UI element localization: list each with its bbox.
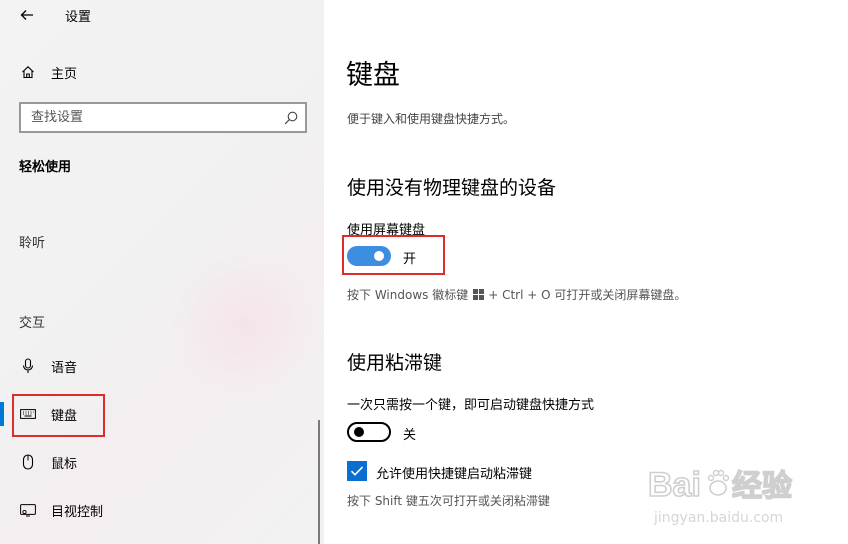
sidebar-scrollbar[interactable] [318,420,320,544]
sidebar-item-home[interactable]: 主页 [0,58,324,86]
sidebar-item-eye-control[interactable]: 目视控制 [0,492,324,528]
sticky-keys-label: 一次只需按一个键，即可启动键盘快捷方式 [347,398,595,413]
sidebar: 设置 主页 轻松使用 聆听 交互 语音 [0,0,324,544]
sidebar-item-label: 键盘 [51,408,78,424]
search-box[interactable] [19,102,307,133]
group-label-interaction: 交互 [19,316,46,331]
microphone-icon [20,358,36,374]
search-input[interactable] [21,104,275,131]
back-arrow-icon [20,10,33,20]
sidebar-item-label: 主页 [51,66,78,82]
sticky-keys-hint: 按下 Shift 键五次可打开或关闭粘滞键 [347,494,550,508]
app-title: 设置 [65,10,92,25]
keyboard-icon [20,406,36,422]
hint-prefix: 按下 Windows 徽标键 [347,288,469,302]
mouse-icon [20,454,36,470]
section-heading-sticky-keys: 使用粘滞键 [347,352,443,374]
group-label-hearing: 聆听 [19,236,46,251]
main-content: 键盘 便于键入和使用键盘快捷方式。 使用没有物理键盘的设备 使用屏幕键盘 开 按… [324,0,848,544]
sidebar-item-label: 鼠标 [51,456,78,472]
back-button[interactable] [12,2,42,28]
on-screen-keyboard-label: 使用屏幕键盘 [347,223,426,238]
sidebar-item-label: 语音 [51,360,78,376]
page-description: 便于键入和使用键盘快捷方式。 [347,112,516,126]
sidebar-item-speech[interactable]: 语音 [0,348,324,384]
sticky-keys-shortcut-label: 允许使用快捷键启动粘滞键 [376,467,533,482]
hint-suffix: + Ctrl + O 可打开或关闭屏幕键盘。 [488,288,687,302]
home-icon [20,64,36,80]
checkmark-icon [350,466,364,476]
toggle-knob [374,251,384,261]
on-screen-keyboard-toggle[interactable] [347,246,391,266]
section-heading-ease-of-access: 轻松使用 [19,160,72,175]
sidebar-item-keyboard[interactable]: 键盘 [0,396,324,432]
on-screen-keyboard-state: 开 [403,252,417,267]
sticky-keys-toggle[interactable] [347,422,391,442]
search-icon[interactable] [283,110,299,126]
svg-text:经验: 经验 [732,469,792,504]
sidebar-item-mouse[interactable]: 鼠标 [0,444,324,480]
sticky-keys-state: 关 [403,428,417,443]
on-screen-keyboard-hint: 按下 Windows 徽标键 + Ctrl + O 可打开或关闭屏幕键盘。 [347,286,686,303]
section-heading-on-screen-keyboard: 使用没有物理键盘的设备 [347,177,557,199]
eye-control-icon [20,502,36,518]
svg-text:Bai: Bai [648,466,701,504]
toggle-knob [354,427,364,437]
sticky-keys-shortcut-checkbox[interactable] [347,461,367,481]
baidu-watermark-logo: Bai 经验 jingyan.baidu.com [647,465,793,526]
windows-logo-icon [473,289,485,300]
page-title: 键盘 [346,60,400,91]
sidebar-item-label: 目视控制 [51,504,104,520]
svg-text:jingyan.baidu.com: jingyan.baidu.com [653,510,783,526]
